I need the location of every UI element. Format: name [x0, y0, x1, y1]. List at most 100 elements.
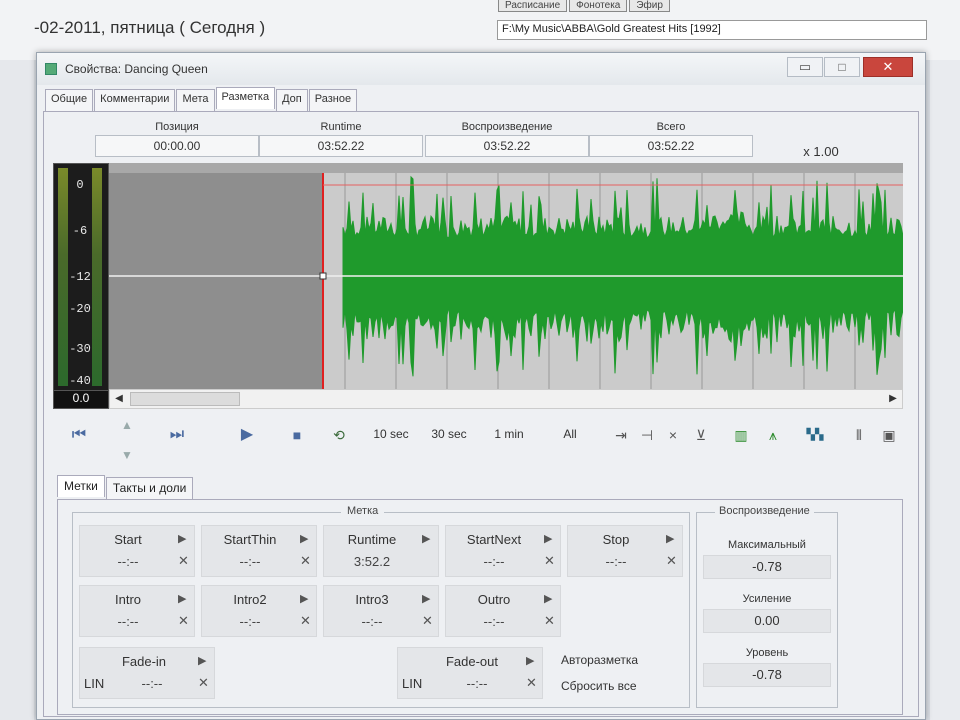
vu-value: 0.0: [54, 390, 108, 408]
marker-value[interactable]: --:--: [80, 554, 176, 569]
maximize-button[interactable]: □: [824, 57, 860, 77]
level-field[interactable]: -0.78: [703, 663, 831, 687]
set-marker-arrow-icon[interactable]: ▶: [300, 532, 312, 546]
zoom-1-min[interactable]: 1 min: [485, 421, 533, 447]
playback-label: Воспроизведение: [461, 121, 553, 133]
auto-level-icon[interactable]: ▥: [731, 425, 751, 445]
play-icon[interactable]: ▶: [237, 425, 257, 445]
bg-tab-schedule[interactable]: Расписание: [498, 0, 568, 12]
zoom-10-sec[interactable]: 10 sec: [365, 421, 417, 447]
stop-icon[interactable]: ■: [287, 425, 307, 445]
level-label: Уровень: [745, 647, 789, 659]
tab-extra[interactable]: Доп: [276, 89, 308, 111]
rewind-icon[interactable]: ⏮: [69, 425, 89, 445]
set-marker-arrow-icon[interactable]: ▶: [544, 592, 556, 606]
marker-value[interactable]: --:--: [446, 554, 542, 569]
fade-out-mode[interactable]: LIN: [402, 676, 422, 691]
clear-marker-icon[interactable]: ✕: [178, 614, 190, 628]
set-marker-arrow-icon[interactable]: ▶: [178, 532, 190, 546]
library-path-field[interactable]: F:\My Music\ABBA\Gold Greatest Hits [199…: [497, 20, 927, 40]
zoom-30-sec[interactable]: 30 sec: [423, 421, 475, 447]
window-title: Свойства: Dancing Queen: [65, 62, 208, 76]
marker-delete-icon[interactable]: ×: [663, 425, 683, 445]
up-icon[interactable]: ▲: [117, 415, 137, 435]
set-marker-arrow-icon[interactable]: ▶: [178, 592, 190, 606]
reset-all-button[interactable]: Сбросить все: [561, 679, 637, 693]
scroll-left-arrow-icon[interactable]: ◀: [110, 390, 128, 408]
marker-startthin: StartThin ▶ --:-- ✕: [201, 525, 317, 577]
tab-markers[interactable]: Метки: [57, 475, 105, 497]
background-panel-left: [0, 60, 34, 720]
set-marker-arrow-icon[interactable]: ▶: [666, 532, 678, 546]
zoom-all[interactable]: All: [555, 421, 585, 447]
app-icon: [45, 63, 57, 75]
marker-cut-icon[interactable]: ⊣: [637, 425, 657, 445]
auto-markup-button[interactable]: Авторазметка: [561, 653, 638, 667]
marker-value[interactable]: --:--: [446, 614, 542, 629]
scroll-right-arrow-icon[interactable]: ▶: [884, 390, 902, 408]
minimize-button[interactable]: ▭: [787, 57, 823, 77]
tab-comments[interactable]: Комментарии: [94, 89, 176, 111]
marker-value[interactable]: --:--: [202, 614, 298, 629]
marker-value[interactable]: --:--: [80, 614, 176, 629]
position-field[interactable]: 00:00.00: [95, 135, 259, 157]
set-marker-arrow-icon[interactable]: ▶: [422, 592, 434, 606]
set-marker-arrow-icon[interactable]: ▶: [422, 532, 434, 546]
marker-value[interactable]: --:--: [324, 614, 420, 629]
normalize-icon[interactable]: ⩚: [763, 425, 783, 445]
clear-marker-icon[interactable]: ✕: [300, 554, 312, 568]
playback-field[interactable]: 03:52.22: [425, 135, 589, 157]
tab-beats[interactable]: Такты и доли: [105, 477, 194, 499]
bg-tab-air[interactable]: Эфир: [629, 0, 670, 12]
clear-marker-icon[interactable]: ✕: [178, 554, 190, 568]
set-marker-arrow-icon[interactable]: ▶: [300, 592, 312, 606]
close-button[interactable]: ✕: [863, 57, 913, 77]
clear-marker-icon[interactable]: ✕: [422, 614, 434, 628]
waveform-scrollbar[interactable]: ◀ ▶: [109, 389, 903, 409]
clear-marker-icon[interactable]: ✕: [544, 614, 556, 628]
marker-name: Intro2: [233, 592, 267, 607]
clear-marker-icon[interactable]: ✕: [300, 614, 312, 628]
marker-name: StartNext: [466, 532, 522, 547]
marker-intro2: Intro2 ▶ --:-- ✕: [201, 585, 317, 637]
schedule-date: -02-2011, пятница ( Сегодня ): [34, 18, 266, 37]
marker-value[interactable]: --:--: [202, 554, 298, 569]
waveform-view[interactable]: [109, 163, 904, 389]
marker-value[interactable]: 3:52.2: [324, 554, 420, 569]
gain-field[interactable]: 0.00: [703, 609, 831, 633]
bars-icon[interactable]: ⫴: [849, 425, 869, 445]
playhead-handle: [319, 272, 327, 280]
runtime-field[interactable]: 03:52.22: [259, 135, 423, 157]
marker-start-icon[interactable]: ⇥: [611, 425, 631, 445]
clear-marker-icon[interactable]: ✕: [526, 676, 538, 690]
title-bar[interactable]: Свойства: Dancing Queen ▭ □ ✕: [37, 53, 925, 85]
marker-value[interactable]: --:--: [568, 554, 664, 569]
set-marker-arrow-icon[interactable]: ▶: [526, 654, 538, 668]
tab-meta[interactable]: Мета: [176, 89, 215, 111]
marker-intro: Intro ▶ --:-- ✕: [79, 585, 195, 637]
speed-indicator[interactable]: x 1.00: [777, 141, 865, 163]
total-field[interactable]: 03:52.22: [589, 135, 753, 157]
loop-icon[interactable]: ⟲: [329, 425, 349, 445]
set-marker-arrow-icon[interactable]: ▶: [198, 654, 210, 668]
waveform-mode-icon[interactable]: ▚▚: [797, 425, 833, 445]
forward-icon[interactable]: ⏭: [167, 425, 187, 445]
tab-misc[interactable]: Разное: [308, 89, 358, 111]
marker-end-icon[interactable]: ⊻: [691, 425, 711, 445]
down-icon[interactable]: ▼: [117, 445, 137, 465]
clear-marker-icon[interactable]: ✕: [666, 554, 678, 568]
save-icon[interactable]: ▣: [879, 425, 899, 445]
marker-name: Fade-in: [121, 654, 167, 669]
scroll-thumb[interactable]: [130, 392, 240, 406]
clear-marker-icon[interactable]: ✕: [198, 676, 210, 690]
bg-tab-library[interactable]: Фонотека: [569, 0, 628, 12]
fade-in-mode[interactable]: LIN: [84, 676, 104, 691]
tab-markup[interactable]: Разметка: [215, 87, 276, 109]
marker-value[interactable]: --:--: [432, 676, 522, 691]
set-marker-arrow-icon[interactable]: ▶: [544, 532, 556, 546]
marker-value[interactable]: --:--: [110, 676, 194, 691]
total-label: Всего: [656, 121, 686, 133]
tab-general[interactable]: Общие: [45, 89, 94, 111]
gain-label: Усиление: [742, 593, 792, 605]
clear-marker-icon[interactable]: ✕: [544, 554, 556, 568]
